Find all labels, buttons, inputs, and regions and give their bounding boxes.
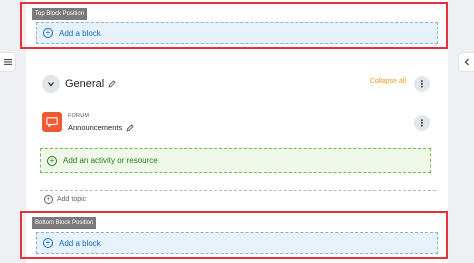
course-index-toggle[interactable] — [0, 52, 16, 72]
region-title: Bottom Block Position — [32, 217, 97, 229]
chevron-down-icon — [48, 82, 54, 87]
section-header: General Collapse all ⋮ — [42, 74, 430, 94]
section-menu-button[interactable]: ⋮ — [414, 76, 430, 92]
add-block-label: Add a block — [59, 28, 101, 38]
block-drawer-toggle[interactable] — [458, 52, 474, 72]
edit-section-name-button[interactable] — [108, 80, 116, 88]
plus-circle-icon: + — [47, 155, 57, 166]
region-title: Top Block Position — [32, 8, 88, 20]
add-topic-button[interactable]: + Add topic — [44, 195, 86, 204]
bottom-block-region: Bottom Block Position + Add a block — [20, 211, 448, 259]
add-block-label: Add a block — [59, 238, 101, 248]
edit-activity-name-button[interactable] — [126, 123, 134, 132]
section-collapse-button[interactable] — [42, 75, 60, 93]
activity-item: FORUM Announcements ⋮ — [42, 110, 430, 136]
add-topic-label: Add topic — [57, 196, 87, 203]
add-activity-button[interactable]: + Add an activity or resource — [40, 148, 431, 173]
activity-name-link[interactable]: Announcements — [68, 123, 122, 132]
chevron-left-icon — [464, 58, 469, 66]
kebab-icon: ⋮ — [417, 117, 427, 128]
add-block-button[interactable]: + Add a block — [36, 22, 438, 44]
pencil-icon — [126, 123, 134, 132]
forum-icon — [42, 112, 62, 132]
activity-type-label: FORUM — [68, 113, 90, 119]
list-icon — [3, 59, 12, 65]
kebab-icon: ⋮ — [417, 78, 427, 89]
section-title: General — [65, 78, 105, 90]
top-block-region: Top Block Position + Add a block — [20, 2, 448, 49]
section-divider — [40, 190, 436, 191]
pencil-icon — [108, 80, 116, 88]
plus-circle-icon: + — [43, 238, 53, 248]
plus-circle-icon: + — [44, 195, 53, 204]
plus-circle-icon: + — [43, 28, 53, 38]
add-block-button[interactable]: + Add a block — [36, 232, 438, 254]
activity-menu-button[interactable]: ⋮ — [414, 115, 430, 131]
collapse-all-link[interactable]: Collapse all — [370, 78, 406, 85]
add-activity-label: Add an activity or resource — [63, 156, 158, 165]
